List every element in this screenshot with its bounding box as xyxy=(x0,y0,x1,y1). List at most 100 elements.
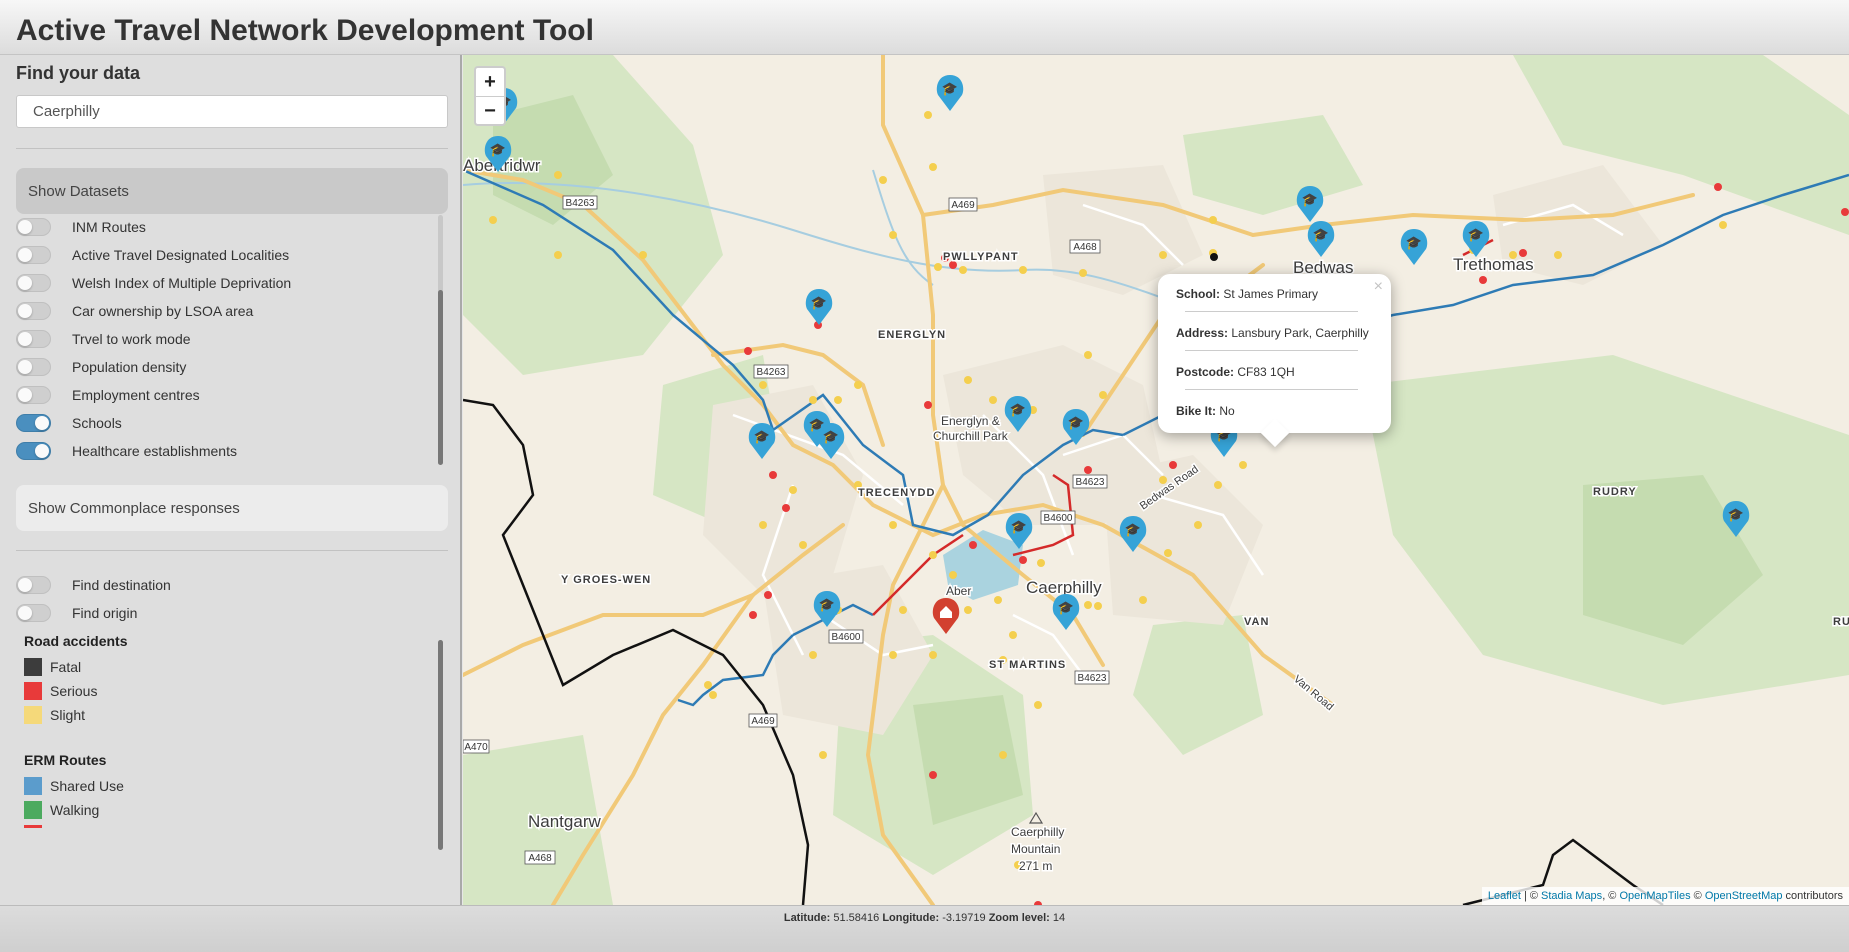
openmaptiles-link[interactable]: OpenMapTiles xyxy=(1619,890,1690,902)
school-marker-icon: 🎓 xyxy=(1462,221,1490,257)
toggle-switch[interactable] xyxy=(16,604,51,622)
svg-text:🎓: 🎓 xyxy=(1313,227,1329,242)
place-label-van-road: Van Road xyxy=(1291,673,1336,713)
popup-divider xyxy=(1185,350,1358,351)
openstreetmap-link[interactable]: OpenStreetMap xyxy=(1705,890,1783,902)
popup-divider xyxy=(1185,389,1358,390)
show-datasets-button[interactable]: Show Datasets xyxy=(16,168,448,214)
map-canvas[interactable]: B4263 A469 A468 B4263 B4623 B4600 B4600 … xyxy=(463,55,1849,905)
dataset-label: Trvel to work mode xyxy=(72,331,191,347)
popup-close-button[interactable]: × xyxy=(1374,278,1383,296)
popup-divider xyxy=(1185,311,1358,312)
popup-school-value: St James Primary xyxy=(1223,287,1319,301)
app-header: Active Travel Network Development Tool xyxy=(0,0,1849,55)
svg-text:🎓: 🎓 xyxy=(1010,402,1026,417)
road-label-b4263: B4263 xyxy=(566,198,595,209)
road-label-b4623: B4623 xyxy=(1076,477,1105,488)
divider xyxy=(16,550,448,551)
svg-text:🎓: 🎓 xyxy=(819,597,835,612)
popup-postcode-label: Postcode: xyxy=(1176,365,1235,379)
legend-item-shared-use: Shared Use xyxy=(24,777,124,795)
road-label-a470: A470 xyxy=(464,742,488,753)
dataset-toggle-healthcare[interactable]: Healthcare establishments xyxy=(16,440,237,462)
popup-bikeit-label: Bike It: xyxy=(1176,404,1217,418)
leaflet-link[interactable]: Leaflet xyxy=(1488,890,1521,902)
dataset-toggle-employment-centres[interactable]: Employment centres xyxy=(16,384,200,406)
svg-text:🎓: 🎓 xyxy=(1468,227,1484,242)
dataset-toggle-wimd[interactable]: Welsh Index of Multiple Deprivation xyxy=(16,272,291,294)
sidebar: Find your data Show Datasets INM Routes … xyxy=(0,55,462,905)
legend-swatch xyxy=(24,706,42,724)
svg-text:🎓: 🎓 xyxy=(754,429,770,444)
toggle-switch[interactable] xyxy=(16,302,51,320)
attribution-separator: © xyxy=(1690,890,1705,902)
toggle-switch[interactable] xyxy=(16,386,51,404)
search-input[interactable] xyxy=(16,95,448,128)
place-label-y-groes-wen: Y GROES-WEN xyxy=(561,574,651,586)
popup-address-line: Address: Lansbury Park, Caerphilly xyxy=(1176,326,1369,340)
toggle-switch[interactable] xyxy=(16,358,51,376)
map-attribution: Leaflet | © Stadia Maps, © OpenMapTiles … xyxy=(1481,887,1849,905)
dataset-label: Employment centres xyxy=(72,387,200,403)
dataset-label: INM Routes xyxy=(72,219,146,235)
legend-swatch xyxy=(24,658,42,676)
toggle-switch[interactable] xyxy=(16,274,51,292)
svg-text:🎓: 🎓 xyxy=(1058,600,1074,615)
dataset-toggle-inm-routes[interactable]: INM Routes xyxy=(16,216,146,238)
find-destination-toggle[interactable]: Find destination xyxy=(16,574,171,596)
school-marker-icon: 🎓 xyxy=(1052,594,1080,630)
road-label-a468: A468 xyxy=(528,853,552,864)
divider xyxy=(16,148,448,149)
dataset-label: Population density xyxy=(72,359,187,375)
place-label-energlyn: ENERGLYN xyxy=(878,329,946,341)
toggle-switch[interactable] xyxy=(16,442,51,460)
place-label-mountain: Mountain xyxy=(1011,842,1060,856)
popup-postcode-value: CF83 1QH xyxy=(1237,365,1295,379)
legend-item-slight: Slight xyxy=(24,706,85,724)
toggle-switch[interactable] xyxy=(16,576,51,594)
legend-swatch-partial xyxy=(24,825,42,828)
place-label-churchill-park: Churchill Park xyxy=(933,429,1009,443)
map-panel[interactable]: B4263 A469 A468 B4263 B4623 B4600 B4600 … xyxy=(463,55,1849,905)
zoom-out-button[interactable]: − xyxy=(476,96,504,124)
popup-school-line: School: St James Primary xyxy=(1176,287,1318,301)
legend-scrollbar[interactable] xyxy=(438,640,443,850)
popup-postcode-line: Postcode: CF83 1QH xyxy=(1176,365,1295,379)
place-label-trethomas: Trethomas xyxy=(1453,255,1534,274)
popup-address-label: Address: xyxy=(1176,326,1229,340)
find-origin-toggle[interactable]: Find origin xyxy=(16,602,137,624)
attribution-separator: , © xyxy=(1602,890,1620,902)
place-label-st-martins: ST MARTINS xyxy=(989,659,1066,671)
zoom-level-label: Zoom level: xyxy=(988,912,1050,924)
place-label-mountain-height: 271 m xyxy=(1019,859,1052,873)
svg-text:🎓: 🎓 xyxy=(811,295,827,310)
show-commonplace-button[interactable]: Show Commonplace responses xyxy=(16,485,448,531)
zoom-in-button[interactable]: + xyxy=(476,68,504,96)
road-label-a468: A468 xyxy=(1073,242,1097,253)
school-marker-icon: 🎓 xyxy=(1307,221,1335,257)
popup-bikeit-line: Bike It: No xyxy=(1176,404,1235,418)
dataset-toggle-active-travel-localities[interactable]: Active Travel Designated Localities xyxy=(16,244,289,266)
stadia-maps-link[interactable]: Stadia Maps xyxy=(1541,890,1602,902)
legend-item-walking: Walking xyxy=(24,801,99,819)
legend-erm-title: ERM Routes xyxy=(24,752,107,768)
svg-text:🎓: 🎓 xyxy=(823,429,839,444)
dataset-toggle-travel-to-work[interactable]: Trvel to work mode xyxy=(16,328,191,350)
toggle-switch[interactable] xyxy=(16,414,51,432)
legend-swatch xyxy=(24,682,42,700)
dataset-toggle-schools[interactable]: Schools xyxy=(16,412,122,434)
svg-text:🎓: 🎓 xyxy=(1011,519,1027,534)
dataset-label: Schools xyxy=(72,415,122,431)
app-title: Active Travel Network Development Tool xyxy=(16,14,594,47)
toggle-switch[interactable] xyxy=(16,246,51,264)
datasets-scrollbar[interactable] xyxy=(438,290,443,465)
svg-text:🎓: 🎓 xyxy=(1728,507,1744,522)
dataset-toggle-car-ownership[interactable]: Car ownership by LSOA area xyxy=(16,300,253,322)
toggle-switch[interactable] xyxy=(16,330,51,348)
dataset-toggle-population-density[interactable]: Population density xyxy=(16,356,186,378)
legend-label: Slight xyxy=(50,707,86,723)
toggle-switch[interactable] xyxy=(16,218,51,236)
healthcare-marker-icon[interactable] xyxy=(932,598,960,634)
legend-label: Shared Use xyxy=(50,778,124,794)
legend-item-serious: Serious xyxy=(24,682,97,700)
